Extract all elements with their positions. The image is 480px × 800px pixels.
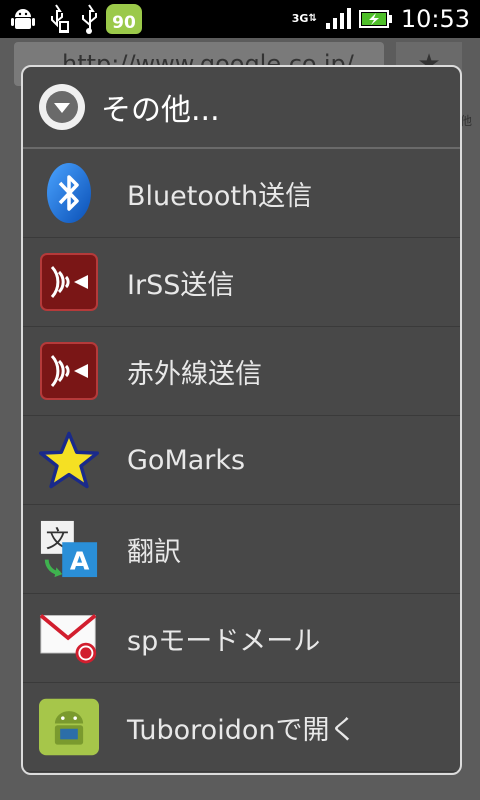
list-item-bluetooth[interactable]: Bluetooth送信 [23,149,460,238]
battery-level-icon: 90 [106,4,142,34]
usb-debug-icon [44,3,72,35]
list-item-tuboroid[interactable]: Tuboroidonで開く [23,683,460,772]
more-options-dialog: その他... Bluetooth送信 IrSS送信 赤外線送信 GoMarks … [21,65,462,775]
infrared-icon [39,252,99,312]
translate-icon: 文 A [39,519,99,579]
side-text: 他 [460,114,473,128]
network-3g-icon: 3G ⇅ [291,12,317,25]
list-item-irss[interactable]: IrSS送信 [23,238,460,327]
svg-text:A: A [70,546,90,575]
battery-charging-icon [358,8,393,30]
star-icon [39,430,99,490]
battery-level-badge: 90 [112,13,136,33]
status-bar: 90 3G ⇅ 10:53 [0,0,480,38]
list-item-label: IrSS送信 [127,269,235,301]
list-item-label: Tuboroidonで開く [127,714,357,746]
dropdown-circle-icon [39,84,85,130]
list-item-label: 赤外線送信 [127,358,262,390]
list-item-label: 翻訳 [127,536,181,568]
share-options-list: Bluetooth送信 IrSS送信 赤外線送信 GoMarks 文 A 翻訳 … [23,149,460,772]
list-item-label: GoMarks [127,444,246,476]
usb-icon [78,3,100,35]
mail-icon [39,608,99,668]
list-item-sp-mode-mail[interactable]: spモードメール [23,594,460,683]
list-item-translate[interactable]: 文 A 翻訳 [23,505,460,594]
network-type-label: 3G [291,12,309,25]
signal-icon [325,8,351,30]
list-item-infrared[interactable]: 赤外線送信 [23,327,460,416]
infrared-icon [39,341,99,401]
list-item-gomarks[interactable]: GoMarks [23,416,460,505]
list-item-label: spモードメール [127,625,321,657]
clock: 10:53 [400,5,470,33]
list-item-label: Bluetooth送信 [127,180,313,212]
dialog-title: その他... [101,93,220,128]
bluetooth-icon [39,163,99,223]
android-icon [8,4,38,34]
dialog-header: その他... [23,67,460,149]
tuboroid-icon [39,697,99,757]
